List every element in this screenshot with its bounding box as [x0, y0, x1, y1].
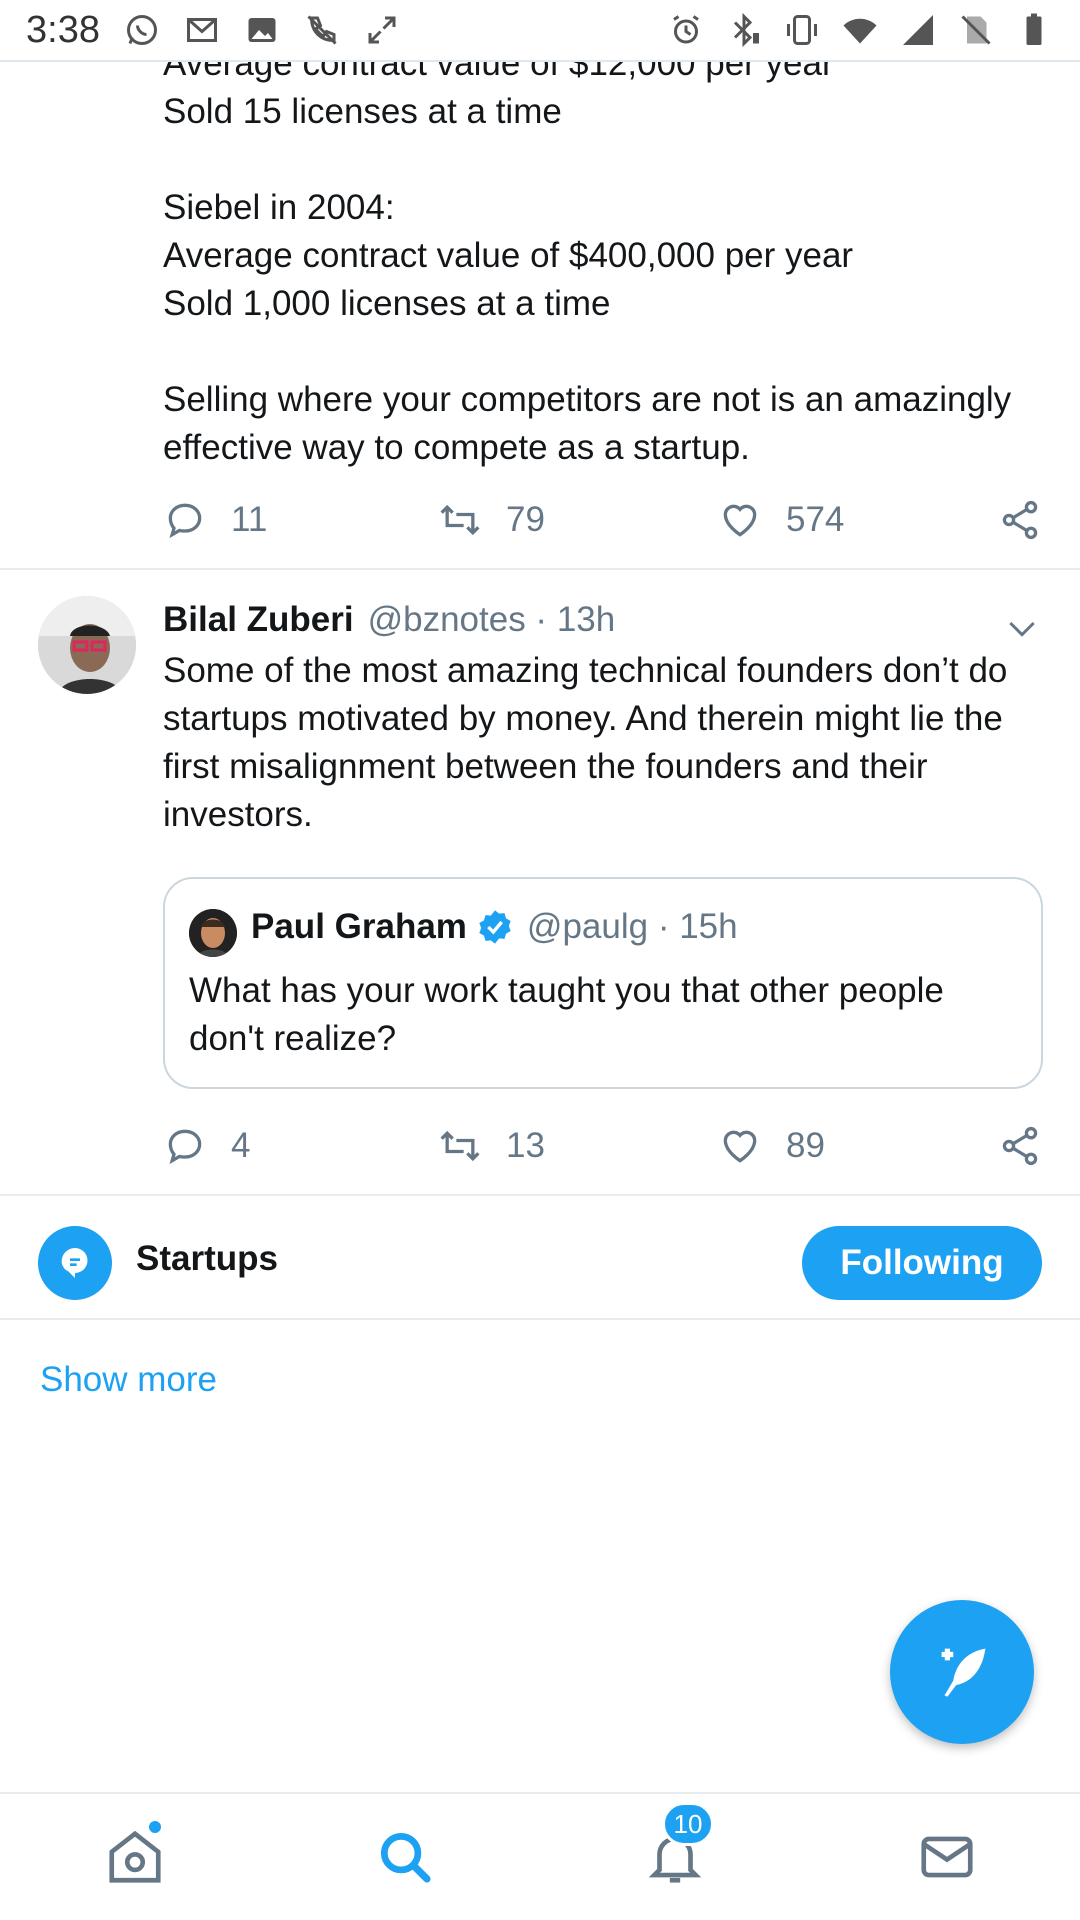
search-icon: [380, 1832, 431, 1883]
nav-messages[interactable]: [912, 1822, 982, 1892]
quote-header: Paul Graham @paulg · 15h: [251, 907, 738, 947]
divider: [0, 1318, 1080, 1320]
vibrate-icon: [782, 10, 822, 50]
verified-badge-icon: [479, 910, 511, 944]
share-icon: [1002, 1126, 1038, 1166]
author-handle: @bznotes · 13h: [367, 600, 616, 639]
expand-icon: [362, 10, 402, 50]
retweet-count: 79: [506, 500, 545, 539]
topic-label: Startups: [136, 1239, 278, 1278]
retweet-button[interactable]: 13: [438, 1124, 545, 1168]
quote-author-name: Paul Graham: [251, 907, 467, 946]
divider: [0, 568, 1080, 570]
quoted-tweet[interactable]: Paul Graham @paulg · 15h What has your w…: [163, 877, 1043, 1089]
retweet-icon: [440, 504, 480, 536]
show-more-link[interactable]: Show more: [40, 1360, 217, 1400]
tweet-paragraph: Selling where your competitors are not i…: [163, 380, 1012, 467]
reply-count: 4: [231, 1126, 251, 1165]
like-count: 574: [786, 500, 845, 539]
new-content-dot: [146, 1818, 164, 1836]
retweet-count: 13: [506, 1126, 545, 1165]
nav-notifications[interactable]: 10: [640, 1802, 714, 1892]
nav-home[interactable]: [100, 1818, 170, 1892]
like-button[interactable]: 89: [718, 1124, 825, 1168]
nav-search[interactable]: [370, 1822, 440, 1892]
reply-icon: [168, 1129, 202, 1165]
tweet-text[interactable]: Some of the most amazing technical found…: [163, 647, 1043, 839]
following-button[interactable]: Following: [802, 1226, 1042, 1300]
compose-tweet-button[interactable]: [890, 1600, 1034, 1744]
chevron-down-icon[interactable]: [1002, 608, 1042, 648]
tweet-actions: 4 13 89: [163, 1116, 1043, 1176]
quote-author-handle: @paulg · 15h: [526, 907, 738, 946]
tweet-body[interactable]: Average contract value of $12,000 per ye…: [163, 62, 1043, 520]
signal-icon: [898, 10, 938, 50]
avatar[interactable]: [38, 596, 136, 694]
status-time: 3:38: [26, 8, 100, 51]
tweet-paragraph: Siebel in 2004: Average contract value o…: [163, 188, 854, 323]
quote-avatar: [189, 909, 237, 957]
call-muted-icon: [302, 10, 342, 50]
whatsapp-icon: [122, 10, 162, 50]
share-button[interactable]: [998, 1124, 1066, 1168]
retweet-button[interactable]: 79: [438, 498, 545, 542]
notifications-badge: 10: [662, 1802, 714, 1846]
quote-text: What has your work taught you that other…: [189, 971, 944, 1058]
topic-row[interactable]: Startups Following: [0, 1196, 1080, 1316]
battery-icon: [1014, 10, 1054, 50]
like-button[interactable]: 574: [718, 498, 844, 542]
bluetooth-icon: [724, 10, 764, 50]
tweet-paragraph: Average contract value of $12,000 per ye…: [163, 62, 834, 131]
retweet-icon: [440, 1130, 480, 1162]
reply-count: 11: [231, 500, 268, 539]
reply-button[interactable]: 4: [163, 1124, 250, 1168]
topic-icon: [38, 1226, 112, 1300]
compose-feather-icon: [941, 1648, 986, 1697]
share-button[interactable]: [998, 498, 1066, 542]
reply-icon: [168, 503, 202, 539]
timeline-feed[interactable]: Average contract value of $12,000 per ye…: [0, 62, 1080, 1792]
mail-icon: [921, 1836, 973, 1878]
share-icon: [1002, 500, 1038, 540]
no-sim-icon: [956, 10, 996, 50]
alarm-icon: [666, 10, 706, 50]
gmail-icon: [182, 10, 222, 50]
heart-icon: [723, 1130, 757, 1163]
bottom-navigation: 10: [0, 1792, 1080, 1920]
heart-icon: [723, 504, 757, 537]
like-count: 89: [786, 1126, 825, 1165]
photo-icon: [242, 10, 282, 50]
tweet-actions: 11 79 574: [163, 490, 1043, 550]
reply-button[interactable]: 11: [163, 498, 267, 542]
author-name[interactable]: Bilal Zuberi: [163, 600, 354, 640]
status-bar: 3:38: [0, 0, 1080, 62]
tweet-header: Bilal Zuberi @bznotes · 13h: [163, 600, 615, 640]
wifi-icon: [840, 10, 880, 50]
